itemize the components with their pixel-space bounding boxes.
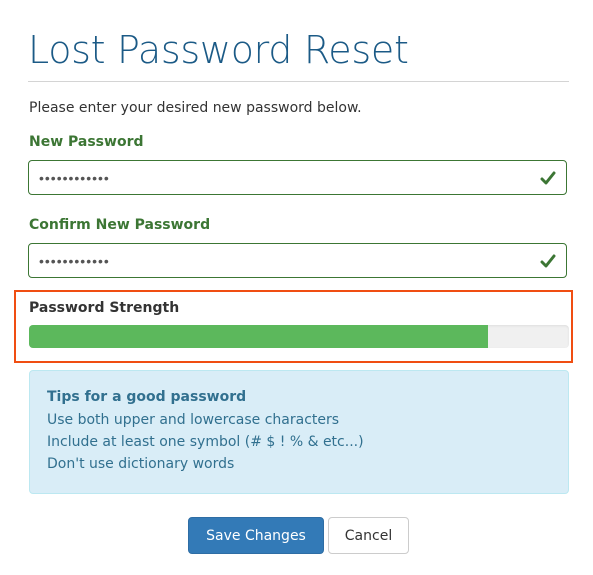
check-icon bbox=[540, 254, 556, 268]
check-icon bbox=[540, 171, 556, 185]
confirm-password-label: Confirm New Password bbox=[29, 217, 211, 233]
password-strength-bar bbox=[29, 325, 569, 348]
confirm-password-input[interactable] bbox=[39, 250, 519, 272]
cancel-button[interactable]: Cancel bbox=[328, 517, 409, 554]
title-divider bbox=[28, 81, 569, 82]
password-strength-fill bbox=[29, 325, 488, 348]
confirm-password-field[interactable] bbox=[28, 243, 567, 278]
tip-item: Don't use dictionary words bbox=[47, 456, 235, 472]
tip-item: Use both upper and lowercase characters bbox=[47, 412, 340, 428]
intro-text: Please enter your desired new password b… bbox=[29, 100, 362, 116]
new-password-label: New Password bbox=[29, 134, 144, 150]
page-title: Lost Password Reset bbox=[28, 28, 409, 72]
password-strength-label: Password Strength bbox=[29, 300, 180, 316]
new-password-input[interactable] bbox=[39, 167, 519, 189]
tip-item: Include at least one symbol (# $ ! % & e… bbox=[47, 434, 364, 450]
new-password-field[interactable] bbox=[28, 160, 567, 195]
save-changes-button[interactable]: Save Changes bbox=[188, 517, 324, 554]
tips-title: Tips for a good password bbox=[47, 389, 247, 405]
password-tips-panel: Tips for a good password Use both upper … bbox=[29, 370, 569, 494]
